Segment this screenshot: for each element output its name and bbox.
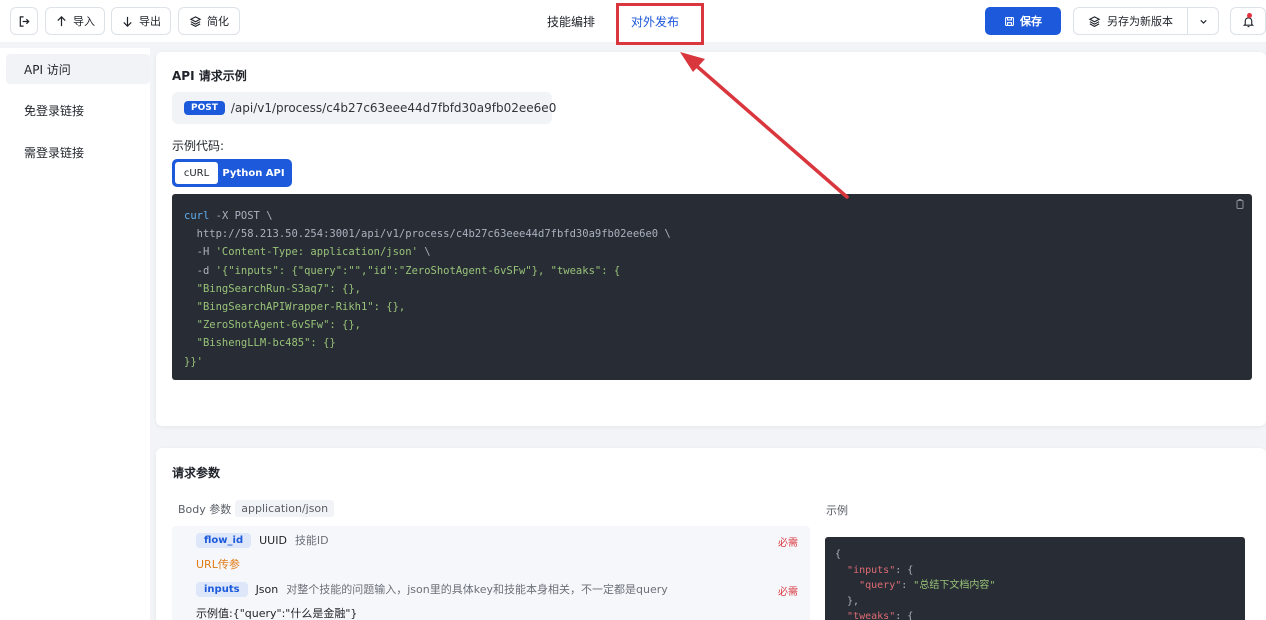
ex-line2-rest: : { [895,564,914,576]
endpoint-path: /api/v1/process/c4b27c63eee44d7fbfd30a9f… [230,101,557,115]
ex-key-inputs: "inputs" [847,564,896,576]
highlight-box [616,3,704,45]
code-line6: "BingSearchAPIWrapper-Rikh1": {}, [184,301,406,314]
simplify-label: 简化 [207,15,229,28]
code-tabs: cURL Python API [172,159,292,187]
method-badge: POST [184,101,225,115]
ex-key-query: "query" [859,580,902,591]
save-icon [1005,16,1014,26]
body-params-label: Body 参数 application/json [178,500,335,517]
code-line3-flag: -H [184,246,216,259]
required-badge: 必需 [778,587,798,598]
tab-skill-orchestration[interactable]: 技能编排 [547,13,595,30]
layers-icon [1088,15,1101,27]
ex-line5-rest: : { [895,611,914,620]
layers-icon [189,15,202,27]
param-note: URL传参 [196,558,240,571]
code-line3-end: \ [417,246,431,259]
import-button[interactable]: 导入 [45,7,105,35]
required-badge: 必需 [778,538,798,549]
param-name: flow_id [196,532,252,548]
copy-icon[interactable] [1234,198,1246,210]
api-example-card: API 请求示例 POST /api/v1/process/c4b27c63ee… [156,52,1266,426]
tab-python-api[interactable]: Python API [218,162,289,184]
code-line9: }}' [184,355,203,368]
example-code-block: { "inputs": { "query": "总结下文档内容" }, "twe… [825,537,1245,620]
code-cmd: curl [184,210,210,222]
param-example: 示例值:{"query":"什么是金融"} [196,605,357,620]
param-desc: 对整个技能的问题输入，json里的具体key和技能本身相关，不一定都是query [286,583,668,596]
import-label: 导入 [73,15,95,28]
ex-key-tweaks: "tweaks" [847,611,896,620]
sidebar-item-no-login-link[interactable]: 免登录链接 [6,95,150,125]
sidebar-item-login-link[interactable]: 需登录链接 [6,137,150,167]
code-line3-str: 'Content-Type: application/json' [215,246,418,259]
back-button[interactable] [10,7,38,35]
code-line5: "BingSearchRun-S3aq7": {}, [184,282,362,295]
exit-icon [19,15,30,27]
code-line1: -X POST \ [209,210,273,222]
code-line7: "ZeroShotAgent-6vSFw": {}, [184,319,362,332]
code-line2: http://58.213.50.254:3001/api/v1/process… [184,228,671,241]
save-button[interactable]: 保存 [985,7,1061,35]
body-label-text: Body 参数 [178,502,232,516]
version-dropdown[interactable] [1188,8,1218,34]
param-name: inputs [196,581,248,597]
save-label: 保存 [1020,15,1042,28]
endpoint-display: POST /api/v1/process/c4b27c63eee44d7fbfd… [172,92,556,124]
arrow-down-icon [123,16,132,27]
request-params-card: 请求参数 Body 参数 application/json 示例 flow_id… [156,448,1266,620]
export-label: 导出 [139,15,161,28]
params-list: flow_id UUID 技能ID 必需 URL传参 inputs Json 对… [172,526,810,620]
api-example-title: API 请求示例 [172,69,247,83]
param-type: Json [255,582,279,596]
code-label: 示例代码: [172,139,225,153]
code-line4-flag: -d [184,264,216,277]
param-desc: 技能ID [294,534,329,547]
request-params-title: 请求参数 [172,466,221,480]
ex-line1: { [835,549,842,560]
save-as-main[interactable]: 另存为新版本 [1074,8,1187,34]
content-type-badge: application/json [235,500,335,517]
param-row-flow-id: flow_id UUID 技能ID [196,532,329,548]
param-type: UUID [259,533,287,547]
code-line4-str: '{"inputs": {"query":"","id":"ZeroShotAg… [215,264,621,277]
chevron-down-icon [1199,19,1207,24]
sidebar-item-api-access[interactable]: API 访问 [6,54,150,84]
save-as-label: 另存为新版本 [1107,15,1173,28]
example-label: 示例 [826,504,848,517]
arrow-up-icon [57,15,66,26]
sidebar: API 访问 免登录链接 需登录链接 [0,48,150,620]
ex-line3-sep: : [901,580,914,591]
save-as-version-button[interactable]: 另存为新版本 [1073,7,1219,35]
param-example-prefix: 示例值: [196,607,233,620]
notification-dot [1247,13,1252,18]
notification-button[interactable] [1230,7,1266,35]
param-row-inputs: inputs Json 对整个技能的问题输入，json里的具体key和技能本身相… [196,581,668,597]
ex-line4: }, [835,595,860,607]
code-line8: "BishengLLM-bc485": {} [184,337,336,350]
code-block: curl -X POST \ http://58.213.50.254:3001… [172,194,1252,380]
param-example-value: {"query":"什么是金融"} [232,607,358,620]
ex-val-query: "总结下文档内容" [913,580,996,591]
simplify-button[interactable]: 简化 [178,7,240,35]
export-button[interactable]: 导出 [111,7,171,35]
tab-curl[interactable]: cURL [175,162,218,184]
